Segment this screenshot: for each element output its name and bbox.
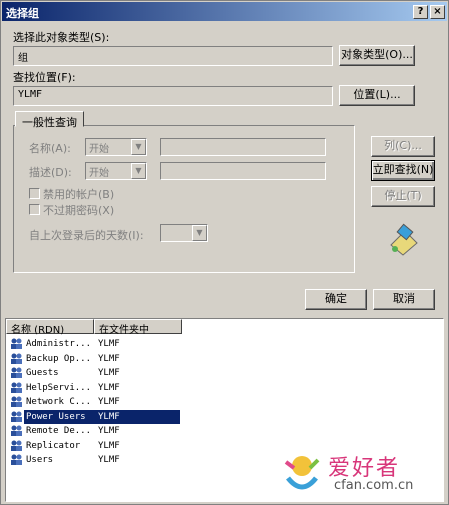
non-expiring-password-label: 不过期密码(X) — [43, 204, 115, 217]
description-combo-value: 开始 — [89, 168, 109, 179]
group-icon — [11, 353, 22, 364]
object-type-label: 选择此对象类型(S): — [13, 31, 110, 44]
chevron-down-icon: ▼ — [131, 139, 146, 155]
list-item[interactable]: Administr... YLMF — [6, 337, 443, 351]
non-expiring-password-checkbox[interactable] — [29, 204, 40, 215]
row-name: Guests — [26, 368, 59, 378]
row-folder: YLMF — [98, 455, 120, 465]
row-name: HelpServi... — [26, 382, 92, 393]
column-header-name[interactable]: 名称 (RDN) — [6, 319, 94, 336]
list-item[interactable]: Backup Op... YLMF — [6, 352, 443, 366]
description-input[interactable] — [160, 162, 326, 180]
group-icon — [11, 425, 22, 436]
location-label: 查找位置(F): — [13, 71, 76, 84]
cancel-button[interactable]: 取消 — [373, 289, 435, 310]
row-folder: YLMF — [98, 426, 120, 436]
cfan-logo-icon — [284, 456, 320, 490]
row-name: Power Users — [26, 409, 88, 424]
row-name: Administr... — [26, 339, 92, 349]
name-match-combo[interactable]: 开始 ▼ — [85, 138, 147, 156]
list-item[interactable]: Guests YLMF — [6, 366, 443, 380]
row-folder: YLMF — [98, 440, 120, 451]
row-folder: YLMF — [98, 397, 120, 407]
list-item[interactable]: Network C... YLMF — [6, 395, 443, 409]
window-title: 选择组 — [6, 7, 39, 20]
disabled-accounts-label: 禁用的帐户(B) — [43, 188, 115, 201]
row-folder: YLMF — [98, 382, 120, 393]
ok-button[interactable]: 确定 — [305, 289, 367, 310]
columns-button[interactable]: 列(C)... — [371, 136, 435, 157]
row-folder: YLMF — [98, 411, 120, 422]
group-icon — [11, 396, 22, 407]
select-group-dialog: 选择组 ? × 选择此对象类型(S): 组 对象类型(O)... 查找位置(F)… — [0, 0, 449, 505]
stop-button[interactable]: 停止(T) — [371, 186, 435, 207]
description-label: 描述(D): — [29, 166, 72, 179]
find-now-button[interactable]: 立即查找(N) — [371, 160, 435, 181]
locations-button[interactable]: 位置(L)... — [339, 85, 415, 106]
location-field: YLMF — [13, 86, 333, 106]
list-item[interactable]: Power Users YLMF — [6, 409, 443, 424]
title-bar: 选择组 ? × — [2, 2, 447, 21]
name-combo-value: 开始 — [89, 144, 109, 155]
group-icon — [11, 440, 22, 451]
description-match-combo[interactable]: 开始 ▼ — [85, 162, 147, 180]
name-input[interactable] — [160, 138, 326, 156]
column-header-folder[interactable]: 在文件夹中 — [94, 319, 182, 336]
list-item[interactable]: HelpServi... YLMF — [6, 381, 443, 395]
chevron-down-icon: ▼ — [192, 225, 207, 241]
object-type-field: 组 — [13, 46, 333, 66]
close-button[interactable]: × — [430, 5, 445, 19]
chevron-down-icon: ▼ — [131, 163, 146, 179]
object-types-button[interactable]: 对象类型(O)... — [339, 45, 415, 66]
help-button[interactable]: ? — [413, 5, 428, 19]
cfan-watermark: 爱好者 cfan.com.cn — [280, 448, 440, 498]
group-icon — [11, 367, 22, 378]
name-label: 名称(A): — [29, 142, 71, 155]
row-folder: YLMF — [98, 339, 120, 349]
list-item[interactable]: Remote De... YLMF — [6, 424, 443, 438]
tab-general-queries[interactable]: 一般性查询 — [15, 111, 84, 129]
group-icon — [11, 454, 22, 465]
group-icon — [11, 411, 22, 422]
row-folder: YLMF — [98, 353, 120, 364]
row-name: Network C... — [26, 397, 92, 407]
days-since-logon-label: 自上次登录后的天数(I): — [29, 229, 144, 242]
disabled-accounts-checkbox[interactable] — [29, 188, 40, 199]
group-icon — [11, 338, 22, 349]
row-name: Replicator — [26, 440, 81, 451]
days-since-logon-combo[interactable]: ▼ — [160, 224, 208, 242]
row-folder: YLMF — [98, 368, 120, 378]
watermark-site: cfan.com.cn — [334, 478, 414, 493]
row-name: Users — [26, 455, 54, 465]
row-name: Backup Op... — [26, 353, 92, 364]
search-flashlight-icon — [390, 223, 418, 256]
row-name: Remote De... — [26, 426, 92, 436]
group-icon — [11, 382, 22, 393]
